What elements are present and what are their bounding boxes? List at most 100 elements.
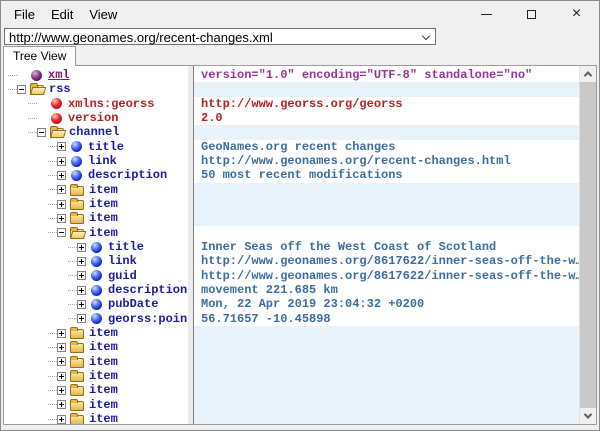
folder-closed-icon bbox=[70, 358, 84, 368]
value-text: Mon, 22 Apr 2019 23:04:32 +0200 bbox=[201, 297, 424, 311]
expander-plus-icon[interactable] bbox=[57, 185, 66, 194]
tree-row[interactable]: title bbox=[4, 240, 188, 254]
tree-connector-line bbox=[28, 118, 37, 119]
tree-row[interactable]: item bbox=[4, 197, 188, 211]
tree-row[interactable]: version bbox=[4, 111, 188, 125]
folder-open-icon bbox=[70, 229, 84, 239]
folder-closed-icon bbox=[70, 214, 84, 224]
tree-row[interactable]: item bbox=[4, 412, 188, 424]
tree-row[interactable]: item bbox=[4, 369, 188, 383]
expander-plus-icon[interactable] bbox=[57, 372, 66, 381]
tree-connector-line bbox=[8, 75, 17, 76]
scroll-down-button[interactable] bbox=[580, 408, 596, 424]
tree-row[interactable]: item bbox=[4, 226, 188, 240]
tree-row[interactable]: description bbox=[4, 168, 188, 182]
tree-node-label: xml bbox=[47, 68, 70, 82]
expander-plus-icon[interactable] bbox=[57, 214, 66, 223]
expander-plus-icon[interactable] bbox=[57, 329, 66, 338]
menu-file[interactable]: File bbox=[6, 3, 43, 26]
tree-node-label: item bbox=[88, 226, 118, 240]
address-bar bbox=[1, 27, 599, 47]
tree-connector-line bbox=[68, 275, 77, 276]
url-combobox[interactable] bbox=[4, 28, 436, 45]
tree-connector-line bbox=[48, 390, 57, 391]
expander-plus-icon[interactable] bbox=[77, 314, 86, 323]
tree-row[interactable]: item bbox=[4, 326, 188, 340]
expander-plus-icon[interactable] bbox=[77, 300, 86, 309]
folder-closed-icon bbox=[70, 343, 84, 353]
tree-row[interactable]: item bbox=[4, 340, 188, 354]
tree-row[interactable]: pubDate bbox=[4, 297, 188, 311]
tree-connector-line bbox=[68, 290, 77, 291]
expander-minus-icon[interactable] bbox=[17, 85, 26, 94]
tree-row[interactable]: title bbox=[4, 140, 188, 154]
scrollbar-thumb[interactable] bbox=[580, 82, 596, 408]
tree-row[interactable]: channel bbox=[4, 125, 188, 139]
tree-node-label: description bbox=[107, 283, 187, 297]
minimize-button[interactable] bbox=[464, 1, 509, 27]
tab-tree-view[interactable]: Tree View bbox=[3, 46, 76, 66]
expander-minus-icon[interactable] bbox=[37, 128, 46, 137]
tree-connector-line bbox=[48, 347, 57, 348]
expander-plus-icon[interactable] bbox=[57, 171, 66, 180]
menu-view[interactable]: View bbox=[81, 3, 125, 26]
value-text: http://www.geonames.org/recent-changes.h… bbox=[201, 154, 511, 168]
tree-node-label: item bbox=[88, 412, 118, 424]
tree-row[interactable]: item bbox=[4, 383, 188, 397]
value-row: 56.71657 -10.45898 bbox=[194, 312, 579, 326]
tree-row[interactable]: xmlns:georss bbox=[4, 97, 188, 111]
vertical-scrollbar[interactable] bbox=[579, 66, 596, 424]
expander-plus-icon[interactable] bbox=[77, 243, 86, 252]
expander-plus-icon[interactable] bbox=[57, 415, 66, 424]
expander-plus-icon[interactable] bbox=[77, 271, 86, 280]
tree-connector-line bbox=[48, 419, 57, 420]
tree-row[interactable]: guid bbox=[4, 269, 188, 283]
element-icon bbox=[91, 299, 102, 310]
tree-row[interactable]: item bbox=[4, 211, 188, 225]
scroll-up-button[interactable] bbox=[580, 66, 596, 82]
folder-closed-icon bbox=[70, 372, 84, 382]
expander-plus-icon[interactable] bbox=[57, 386, 66, 395]
tree-panel[interactable]: xmlrssxmlns:georssversionchanneltitlelin… bbox=[4, 66, 188, 424]
tree-row[interactable]: xml bbox=[4, 68, 188, 82]
expander-plus-icon[interactable] bbox=[77, 257, 86, 266]
tree-connector-line bbox=[8, 89, 17, 90]
tree-row[interactable]: georss:point bbox=[4, 312, 188, 326]
tree-connector-line bbox=[68, 247, 77, 248]
value-text: movement 221.685 km bbox=[201, 283, 338, 297]
close-button[interactable]: × bbox=[554, 1, 599, 27]
menu-bar: File Edit View bbox=[1, 3, 125, 26]
xml-declaration-icon bbox=[31, 70, 42, 81]
folder-closed-icon bbox=[70, 186, 84, 196]
content-pane: xmlrssxmlns:georssversionchanneltitlelin… bbox=[3, 65, 597, 425]
expander-plus-icon[interactable] bbox=[57, 157, 66, 166]
value-row bbox=[194, 183, 579, 197]
expander-plus-icon[interactable] bbox=[57, 357, 66, 366]
value-row: http://www.geonames.org/recent-changes.h… bbox=[194, 154, 579, 168]
expander-plus-icon[interactable] bbox=[57, 400, 66, 409]
menu-edit[interactable]: Edit bbox=[43, 3, 81, 26]
expander-plus-icon[interactable] bbox=[57, 343, 66, 352]
tree-connector-line bbox=[48, 232, 57, 233]
tree-row[interactable]: description bbox=[4, 283, 188, 297]
tree-node-label: item bbox=[88, 340, 118, 354]
expander-plus-icon[interactable] bbox=[57, 200, 66, 209]
tree-row[interactable]: link bbox=[4, 254, 188, 268]
expander-minus-icon[interactable] bbox=[57, 228, 66, 237]
expander-plus-icon[interactable] bbox=[77, 286, 86, 295]
value-row: http://www.geonames.org/8617622/inner-se… bbox=[194, 269, 579, 283]
maximize-button[interactable] bbox=[509, 1, 554, 27]
tree-node-label: link bbox=[107, 254, 137, 268]
tree-row[interactable]: item bbox=[4, 183, 188, 197]
value-row: movement 221.685 km bbox=[194, 283, 579, 297]
tree-row[interactable]: rss bbox=[4, 82, 188, 96]
tree-node-label: item bbox=[88, 197, 118, 211]
value-row bbox=[194, 340, 579, 354]
tree-connector-line bbox=[68, 304, 77, 305]
tree-row[interactable]: link bbox=[4, 154, 188, 168]
tree-row[interactable]: item bbox=[4, 355, 188, 369]
element-icon bbox=[91, 285, 102, 296]
expander-plus-icon[interactable] bbox=[57, 142, 66, 151]
url-input[interactable] bbox=[5, 31, 435, 46]
tree-row[interactable]: item bbox=[4, 398, 188, 412]
